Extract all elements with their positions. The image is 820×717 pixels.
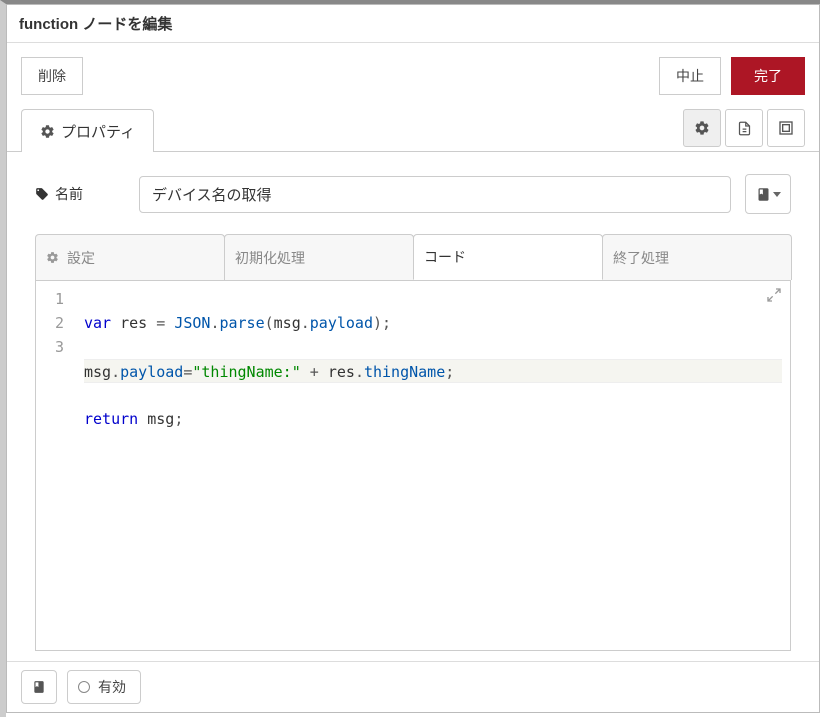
tag-icon xyxy=(35,187,49,201)
enabled-toggle[interactable]: 有効 xyxy=(67,670,141,704)
sub-tab-row: 設定 初期化処理 コード 終了処理 xyxy=(35,234,791,281)
enabled-label: 有効 xyxy=(98,677,126,697)
sub-tab-label: 初期化処理 xyxy=(235,248,305,268)
library-button[interactable] xyxy=(745,174,791,214)
name-row: 名前 xyxy=(35,174,791,214)
tab-properties-label: プロパティ xyxy=(61,121,135,142)
code-area[interactable]: var res = JSON.parse(msg.payload); msg.p… xyxy=(76,281,790,650)
gear-icon xyxy=(46,251,59,264)
name-label: 名前 xyxy=(35,184,125,204)
code-line: var res = JSON.parse(msg.payload); xyxy=(84,311,782,335)
circle-icon xyxy=(78,681,90,693)
sub-tab-label: 設定 xyxy=(67,248,95,268)
sub-tab-label: コード xyxy=(424,247,466,267)
chevron-down-icon xyxy=(773,192,781,197)
expand-button[interactable] xyxy=(766,287,784,305)
line-number: 2 xyxy=(46,311,64,335)
book-icon xyxy=(756,187,771,202)
description-icon-button[interactable] xyxy=(725,109,763,147)
cancel-button[interactable]: 中止 xyxy=(659,57,721,95)
footer: 有効 xyxy=(7,661,819,712)
form-area: 名前 設定 初期化処理 コード xyxy=(7,152,819,661)
book-icon xyxy=(32,680,46,694)
main-tab-row: プロパティ xyxy=(7,109,819,152)
file-icon xyxy=(737,121,752,136)
sub-tab-code[interactable]: コード xyxy=(413,234,603,280)
done-button[interactable]: 完了 xyxy=(731,57,805,95)
appearance-icon-button[interactable] xyxy=(767,109,805,147)
gear-icon xyxy=(694,120,710,136)
line-number: 3 xyxy=(46,335,64,359)
expand-icon xyxy=(766,287,782,303)
action-bar: 削除 中止 完了 xyxy=(7,43,819,109)
code-editor[interactable]: 1 2 3 var res = JSON.parse(msg.payload);… xyxy=(35,281,791,651)
panel-title: function ノードを編集 xyxy=(7,5,819,43)
edit-panel: function ノードを編集 削除 中止 完了 プロパティ xyxy=(6,4,820,713)
code-line: return msg; xyxy=(84,407,782,431)
name-input[interactable] xyxy=(139,176,731,213)
settings-icon-button[interactable] xyxy=(683,109,721,147)
sub-tab-init[interactable]: 初期化処理 xyxy=(224,234,414,280)
line-number: 1 xyxy=(46,287,64,311)
name-label-text: 名前 xyxy=(55,184,83,204)
code-line: msg.payload="thingName:" + res.thingName… xyxy=(84,359,782,383)
delete-button[interactable]: 削除 xyxy=(21,57,83,95)
tab-properties[interactable]: プロパティ xyxy=(21,109,154,152)
gear-icon xyxy=(40,124,55,139)
sub-tab-close[interactable]: 終了処理 xyxy=(602,234,792,280)
frame-icon xyxy=(778,120,794,136)
library-footer-button[interactable] xyxy=(21,670,57,704)
line-gutter: 1 2 3 xyxy=(36,281,76,650)
sub-tab-label: 終了処理 xyxy=(613,248,669,268)
sub-tab-setup[interactable]: 設定 xyxy=(35,234,225,280)
